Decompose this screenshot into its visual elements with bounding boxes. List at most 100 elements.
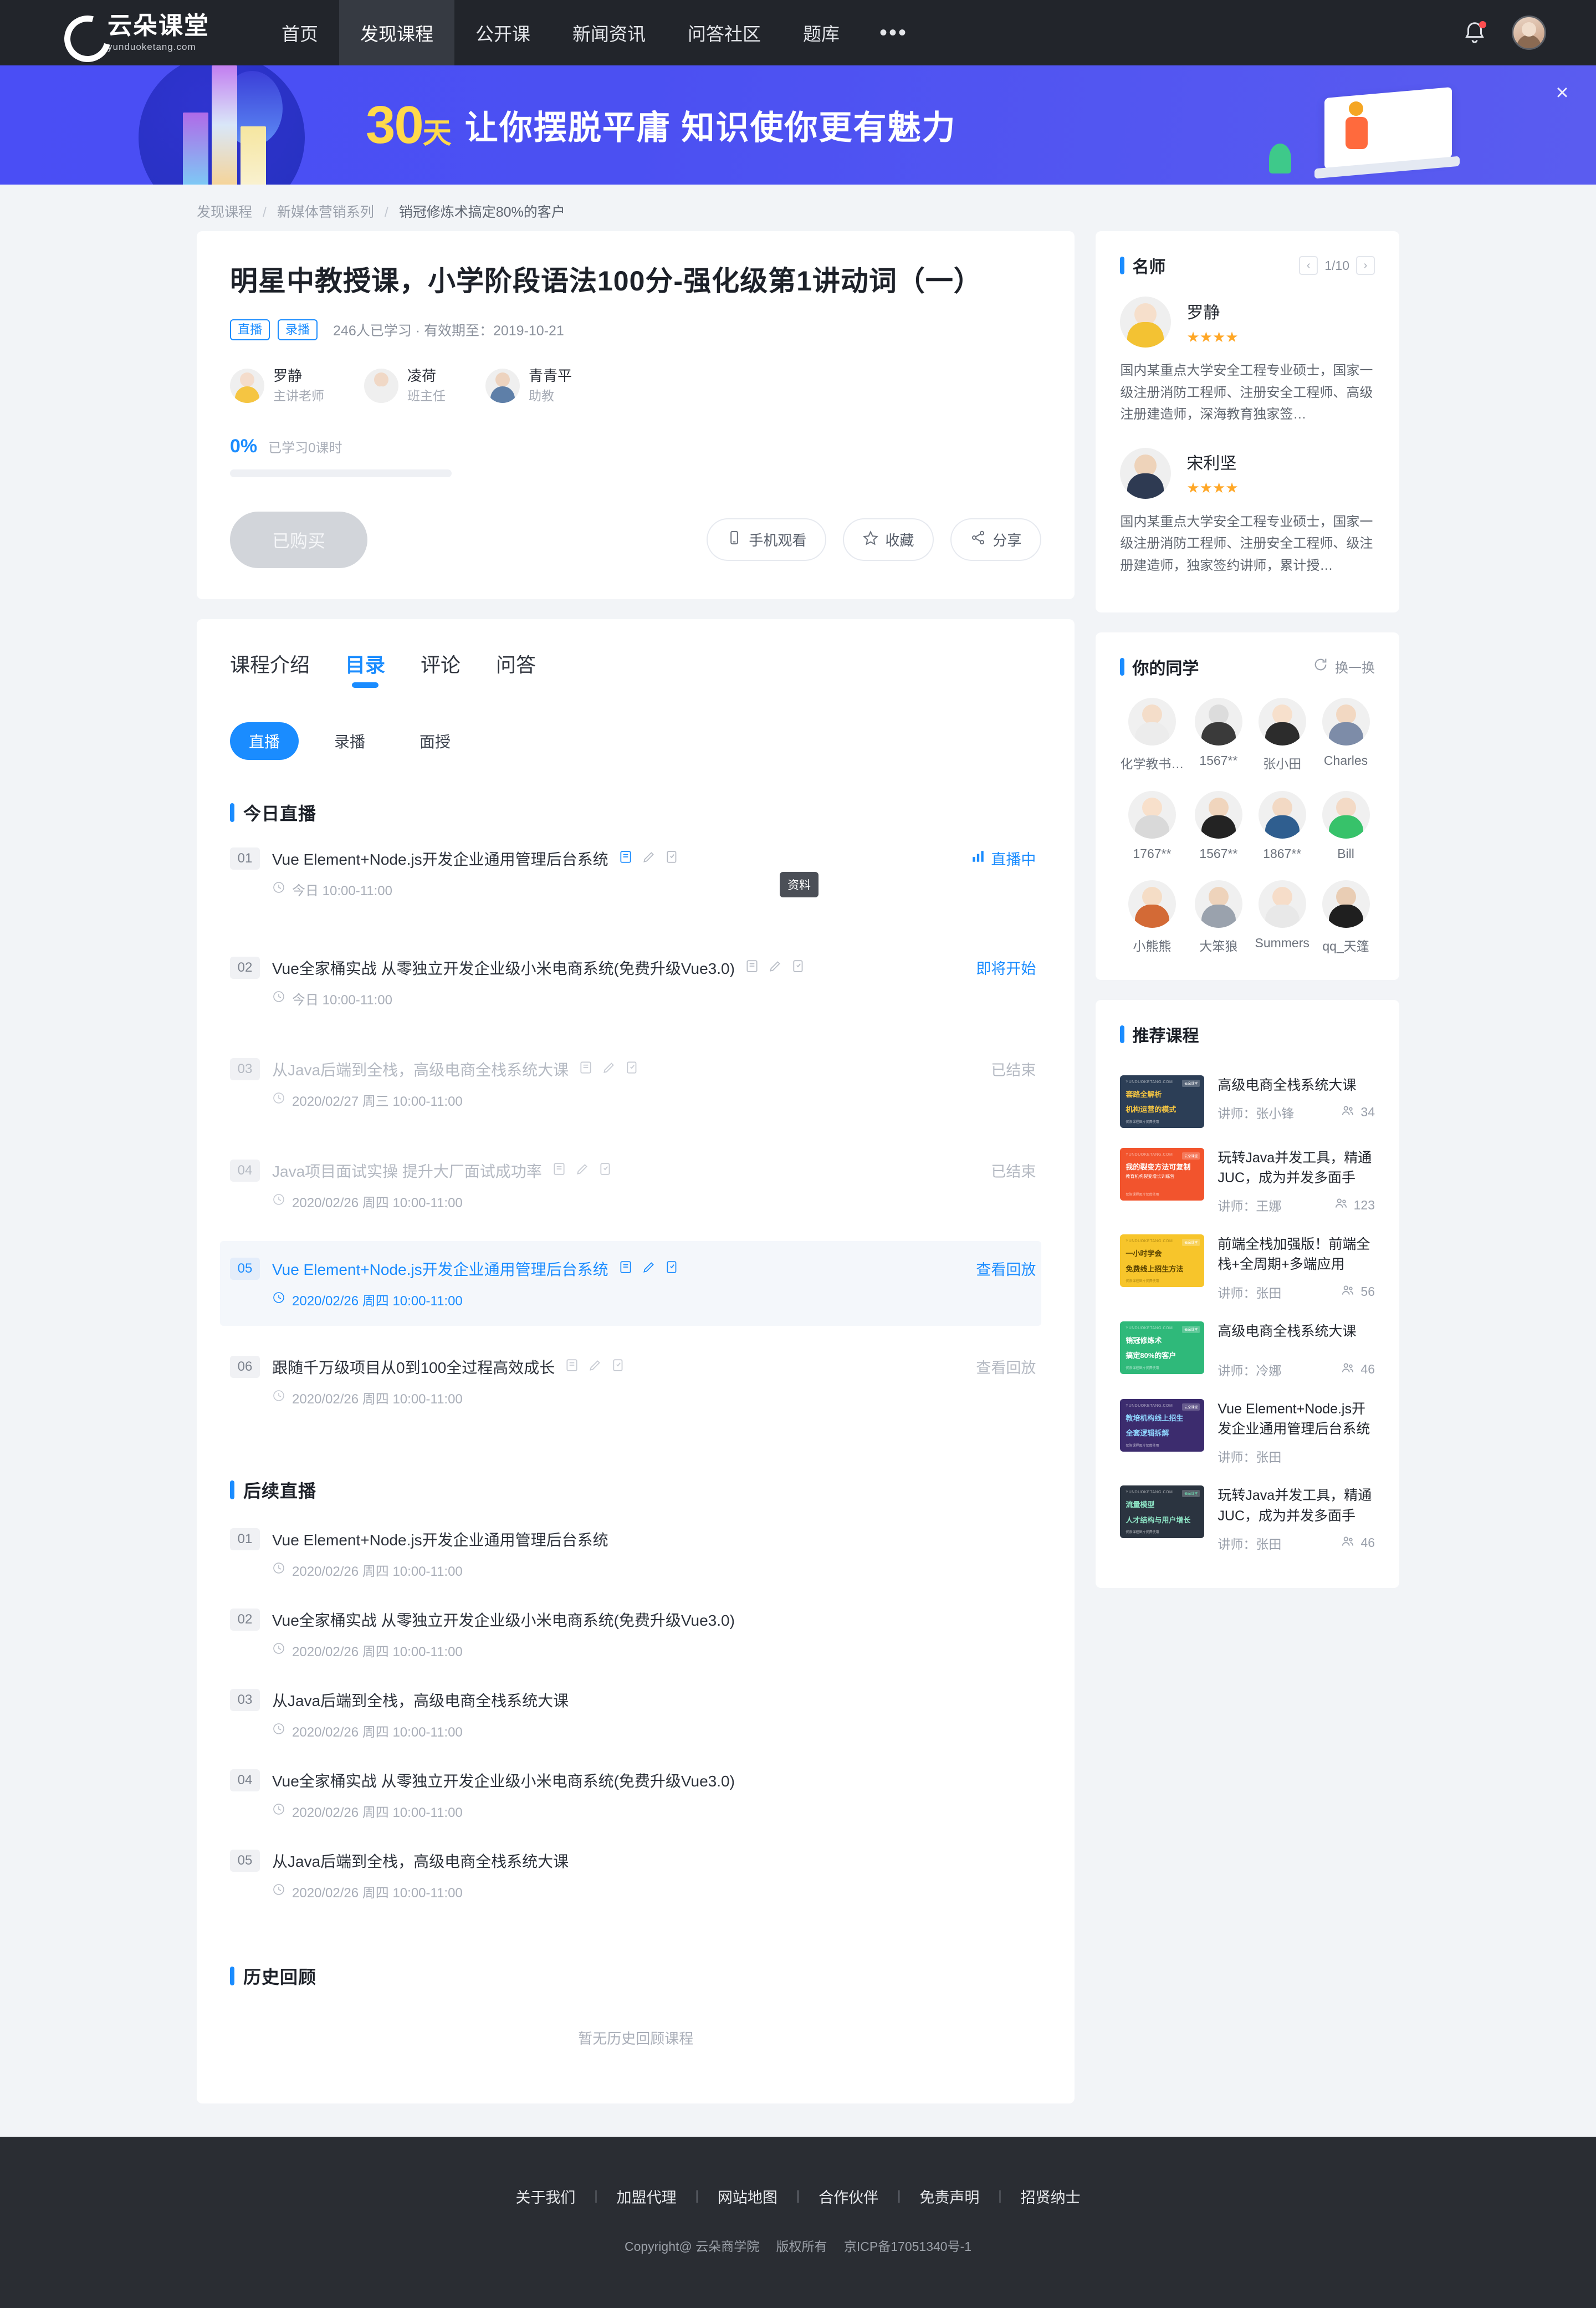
status-badge: 已结束 bbox=[991, 1058, 1036, 1080]
list-item[interactable]: 张小田 bbox=[1253, 697, 1311, 772]
table-row[interactable]: 02 Vue全家桶实战 从零独立开发企业级小米电商系统(免费升级Vue3.0) … bbox=[230, 1594, 1041, 1674]
tab-course-intro[interactable]: 课程介绍 bbox=[230, 649, 310, 688]
notification-bell-icon[interactable] bbox=[1462, 20, 1487, 45]
breadcrumb-item-2[interactable]: 新媒体营销系列 bbox=[277, 205, 374, 220]
icp-text[interactable]: 京ICP备17051340号-1 bbox=[844, 2239, 971, 2254]
list-item[interactable]: 化学教书… bbox=[1120, 697, 1184, 772]
list-item[interactable]: YUNDUOKETANG.COM 云朵课堂 我的裂变方法可复制 教育机构裂变增长… bbox=[1120, 1138, 1375, 1225]
table-row[interactable]: 05 从Java后端到全栈，高级电商全栈系统大课 2020/02/26 周四 1… bbox=[230, 1835, 1041, 1916]
share-button[interactable]: 分享 bbox=[950, 518, 1042, 561]
exam-icon[interactable] bbox=[611, 1358, 626, 1375]
list-item[interactable]: Bill bbox=[1317, 790, 1375, 861]
material-icon[interactable] bbox=[745, 959, 759, 976]
list-item[interactable]: YUNDUOKETANG.COM 云朵课堂 套路全解析 机构运营的模式 仅限课程… bbox=[1120, 1065, 1375, 1138]
list-item[interactable]: YUNDUOKETANG.COM 云朵课堂 一小时学会 免费线上招生方法 仅限课… bbox=[1120, 1224, 1375, 1311]
material-icon[interactable] bbox=[552, 1162, 566, 1179]
homework-icon[interactable] bbox=[642, 1260, 656, 1277]
count-text: 123 bbox=[1353, 1197, 1375, 1212]
teacher-item[interactable]: 罗静 主讲老师 bbox=[230, 367, 324, 405]
material-icon[interactable] bbox=[579, 1060, 593, 1078]
course-thumbnail: YUNDUOKETANG.COM 云朵课堂 销冠修炼术 搞定80%的客户 仅限课… bbox=[1120, 1321, 1205, 1374]
material-icon[interactable] bbox=[618, 1260, 633, 1277]
nav-item-news[interactable]: 新闻资讯 bbox=[551, 0, 667, 65]
list-item[interactable]: Charles bbox=[1317, 697, 1375, 772]
promo-banner[interactable]: 30天 让你摆脱平庸 知识使你更有魅力 × bbox=[0, 65, 1596, 185]
nav-more-icon[interactable]: ••• bbox=[861, 0, 927, 65]
homework-icon[interactable] bbox=[768, 959, 782, 976]
exam-icon[interactable] bbox=[665, 850, 679, 867]
prev-page-button[interactable]: ‹ bbox=[1299, 256, 1318, 275]
footer-link-disclaimer[interactable]: 免责声明 bbox=[901, 2186, 998, 2207]
table-row[interactable]: 05 Vue Element+Node.js开发企业通用管理后台系统 查看回放 bbox=[220, 1240, 1042, 1326]
footer-link-careers[interactable]: 招贤纳士 bbox=[1002, 2186, 1099, 2207]
list-item[interactable]: Summers bbox=[1253, 880, 1311, 954]
teacher-item[interactable]: 凌荷 班主任 bbox=[364, 367, 446, 405]
thumb-line2: 人才结构与用户增长 bbox=[1126, 1515, 1191, 1524]
homework-icon[interactable] bbox=[642, 850, 656, 867]
material-icon[interactable] bbox=[618, 850, 633, 867]
exam-icon[interactable] bbox=[625, 1060, 640, 1078]
nav-item-qa-community[interactable]: 问答社区 bbox=[667, 0, 782, 65]
footer-link-sitemap[interactable]: 网站地图 bbox=[699, 2186, 796, 2207]
nav-item-public-class[interactable]: 公开课 bbox=[454, 0, 551, 65]
list-item[interactable]: YUNDUOKETANG.COM 云朵课堂 销冠修炼术 搞定80%的客户 仅限课… bbox=[1120, 1311, 1375, 1389]
footer-link-about[interactable]: 关于我们 bbox=[497, 2186, 594, 2207]
status-badge[interactable]: 查看回放 bbox=[976, 1258, 1036, 1279]
table-row[interactable]: 01 Vue Element+Node.js开发企业通用管理后台系统 2020/… bbox=[230, 1514, 1041, 1594]
subtab-recorded[interactable]: 录播 bbox=[315, 722, 384, 760]
table-row[interactable]: 04 Vue全家桶实战 从零独立开发企业级小米电商系统(免费升级Vue3.0) … bbox=[230, 1755, 1041, 1835]
exam-icon[interactable] bbox=[665, 1260, 679, 1277]
homework-icon[interactable] bbox=[575, 1162, 590, 1179]
list-item[interactable]: 1867** bbox=[1253, 790, 1311, 861]
list-item[interactable]: YUNDUOKETANG.COM 云朵课堂 流量模型 人才结构与用户增长 仅限课… bbox=[1120, 1475, 1375, 1563]
footer-link-franchise[interactable]: 加盟代理 bbox=[598, 2186, 695, 2207]
subtab-live[interactable]: 直播 bbox=[230, 722, 299, 760]
site-logo[interactable]: 云朵课堂 yunduoketang.com bbox=[61, 11, 227, 54]
nav-item-discover-courses[interactable]: 发现课程 bbox=[339, 0, 454, 65]
next-page-button[interactable]: › bbox=[1356, 256, 1375, 275]
nav-item-home[interactable]: 首页 bbox=[260, 0, 339, 65]
exam-icon[interactable] bbox=[791, 959, 806, 976]
table-row[interactable]: 03 从Java后端到全栈，高级电商全栈系统大课 2020/02/26 周四 1… bbox=[230, 1674, 1041, 1755]
table-row[interactable]: 06 跟随千万级项目从0到100全过程高效成长 查看回放 2020/02/26 … bbox=[230, 1339, 1041, 1424]
table-row[interactable]: 03 从Java后端到全栈，高级电商全栈系统大课 已结束 2020/02/27 … bbox=[230, 1041, 1041, 1126]
list-item[interactable]: 1567** bbox=[1189, 697, 1247, 772]
close-icon[interactable]: × bbox=[1549, 81, 1575, 106]
table-row[interactable]: 02 Vue全家桶实战 从零独立开发企业级小米电商系统(免费升级Vue3.0) … bbox=[230, 940, 1041, 1025]
breadcrumb-item-1[interactable]: 发现课程 bbox=[197, 205, 252, 220]
tab-catalog[interactable]: 目录 bbox=[345, 649, 385, 688]
exam-icon[interactable] bbox=[598, 1162, 613, 1179]
footer-link-partners[interactable]: 合作伙伴 bbox=[800, 2186, 897, 2207]
list-item[interactable]: 小熊熊 bbox=[1120, 880, 1184, 954]
table-row[interactable]: 04 Java项目面试实操 提升大厂面试成功率 已结束 2020/02/26 周… bbox=[230, 1143, 1041, 1228]
list-item[interactable]: 大笨狼 bbox=[1189, 880, 1247, 954]
material-icon[interactable] bbox=[565, 1358, 579, 1375]
refresh-classmates-button[interactable]: 换一换 bbox=[1313, 657, 1375, 676]
homework-icon[interactable] bbox=[588, 1358, 602, 1375]
status-badge[interactable]: 直播中 bbox=[971, 847, 1036, 869]
thumb-footnote: 仅限课程图片仅费使用 bbox=[1126, 1366, 1159, 1370]
teacher-item[interactable]: 青青平 助教 bbox=[485, 367, 572, 405]
tab-comments[interactable]: 评论 bbox=[421, 649, 461, 688]
tab-qa[interactable]: 问答 bbox=[496, 649, 536, 688]
homework-icon[interactable] bbox=[602, 1060, 616, 1078]
list-item[interactable]: 1567** bbox=[1189, 790, 1247, 861]
user-avatar[interactable] bbox=[1512, 16, 1546, 50]
watch-on-phone-button[interactable]: 手机观看 bbox=[707, 518, 827, 561]
favorite-button[interactable]: 收藏 bbox=[843, 518, 934, 561]
status-badge[interactable]: 查看回放 bbox=[976, 1356, 1036, 1377]
purchased-button[interactable]: 已购买 bbox=[230, 511, 368, 568]
course-thumbnail: YUNDUOKETANG.COM 云朵课堂 一小时学会 免费线上招生方法 仅限课… bbox=[1120, 1234, 1205, 1288]
famous-teacher-item[interactable]: 罗静 ★★★★ 国内某重点大学安全工程专业硕士，国家一级注册消防工程师、注册安全… bbox=[1120, 297, 1375, 426]
table-row[interactable]: 01 Vue Element+Node.js开发企业通用管理后台系统 直播中 今… bbox=[230, 831, 1041, 916]
status-badge[interactable]: 即将开始 bbox=[976, 957, 1036, 978]
thumb-footnote: 仅限课程图片仅费使用 bbox=[1126, 1531, 1159, 1535]
share-icon bbox=[970, 530, 986, 549]
subtab-offline[interactable]: 面授 bbox=[401, 722, 469, 760]
teacher-description: 国内某重点大学安全工程专业硕士，国家一级注册消防工程师、注册安全工程师、级注册建… bbox=[1120, 514, 1373, 573]
list-item[interactable]: qq_天篷 bbox=[1317, 880, 1375, 954]
famous-teacher-item[interactable]: 宋利坚 ★★★★ 国内某重点大学安全工程专业硕士，国家一级注册消防工程师、注册安… bbox=[1120, 447, 1375, 577]
list-item[interactable]: YUNDUOKETANG.COM 云朵课堂 教培机构线上招生 全套逻辑拆解 仅限… bbox=[1120, 1389, 1375, 1476]
list-item[interactable]: 1767** bbox=[1120, 790, 1184, 861]
nav-item-question-bank[interactable]: 题库 bbox=[782, 0, 861, 65]
